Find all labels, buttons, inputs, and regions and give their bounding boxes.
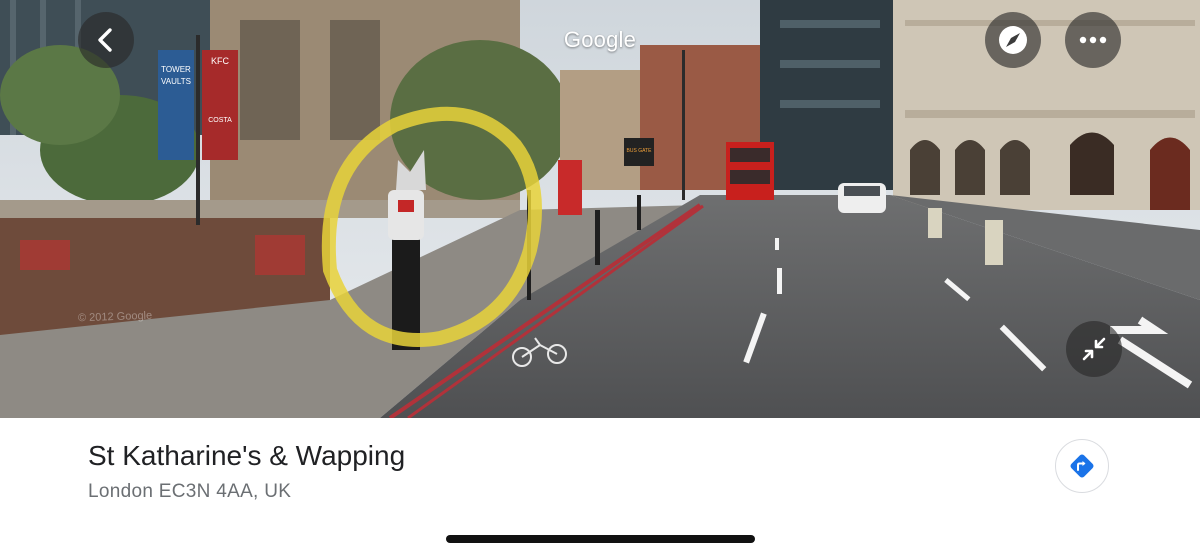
place-address: London EC3N 4AA, UK (88, 481, 292, 502)
bus-gate-display: BUS GATE (627, 148, 653, 154)
banner-left-line1: TOWER (161, 65, 191, 74)
directions-icon (1070, 454, 1094, 478)
compass-icon (999, 26, 1027, 54)
street-view-panorama[interactable]: TOWER VAULTS KFC COSTA BUS GATE Google ©… (0, 0, 1200, 418)
compass-button[interactable] (985, 12, 1041, 68)
more-horizontal-icon (1079, 36, 1107, 44)
banner-left-line2: VAULTS (161, 77, 191, 86)
home-indicator[interactable] (446, 535, 755, 543)
banner-right-top: KFC (211, 56, 230, 66)
directions-button[interactable] (1055, 439, 1109, 493)
collapse-arrows-icon (1082, 337, 1106, 361)
chevron-left-icon (98, 28, 112, 52)
collapse-view-button[interactable] (1066, 321, 1122, 377)
back-button[interactable] (78, 12, 134, 68)
place-name: St Katharine's & Wapping (88, 440, 406, 471)
more-options-button[interactable] (1065, 12, 1121, 68)
banner-right-bottom: COSTA (208, 117, 232, 124)
